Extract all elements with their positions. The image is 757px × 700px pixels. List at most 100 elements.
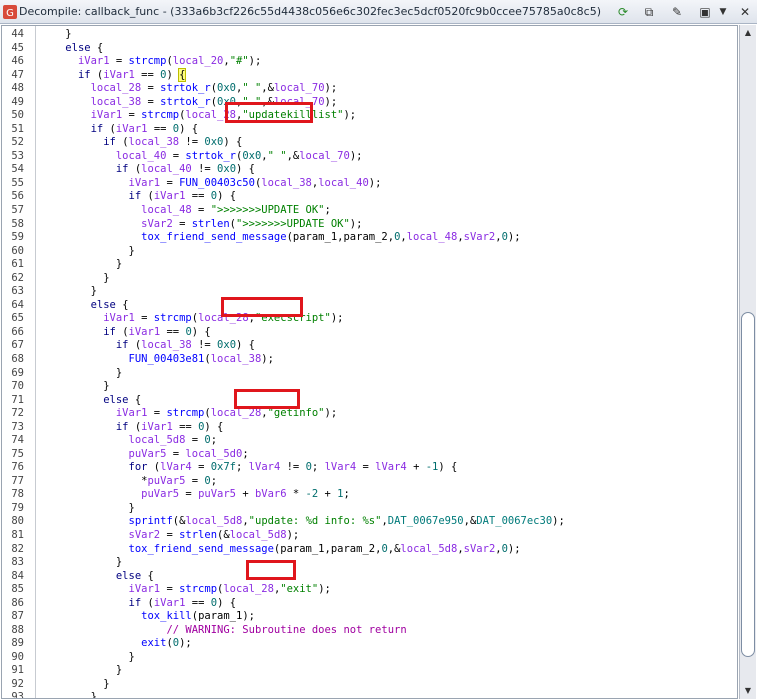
line-number: 56 <box>11 190 24 203</box>
code-line[interactable]: } <box>40 502 135 514</box>
code-line[interactable]: puVar5 = local_5d0; <box>40 448 249 460</box>
line-number: 93 <box>11 691 24 699</box>
ghidra-dragon-icon: G <box>3 5 17 19</box>
code-line[interactable]: iVar1 = strcmp(local_20,"#"); <box>40 55 261 67</box>
refresh-icon[interactable]: ⟳ <box>614 3 632 21</box>
line-number: 75 <box>11 447 24 460</box>
code-line[interactable]: } <box>40 272 109 284</box>
code-line[interactable]: local_5d8 = 0; <box>40 434 218 446</box>
code-line[interactable]: if (iVar1 == 0) { <box>40 190 237 202</box>
code-line[interactable]: } <box>40 380 109 392</box>
scroll-down-arrow-icon[interactable]: ▼ <box>741 684 755 698</box>
line-number: 67 <box>11 339 24 352</box>
line-number: 73 <box>11 420 24 433</box>
code-line[interactable]: else { <box>40 299 129 311</box>
code-line[interactable]: local_48 = ">>>>>>>UPDATE OK"; <box>40 204 331 216</box>
code-line[interactable]: tox_friend_send_message(param_1,param_2,… <box>40 543 521 555</box>
line-number: 81 <box>11 528 24 541</box>
code-line[interactable]: for (lVar4 = 0x7f; lVar4 != 0; lVar4 = l… <box>40 461 458 473</box>
line-number: 49 <box>11 95 24 108</box>
code-line[interactable]: } <box>40 367 122 379</box>
code-line[interactable]: if (iVar1 == 0) { <box>40 67 187 82</box>
window-title: Decompile: callback_func - (333a6b3cf226… <box>19 5 602 18</box>
line-number: 89 <box>11 637 24 650</box>
code-line[interactable]: iVar1 = strcmp(local_28,"exit"); <box>40 583 331 595</box>
line-number: 66 <box>11 325 24 338</box>
code-line[interactable]: // WARNING: Subroutine does not return <box>40 624 406 636</box>
snapshot-icon[interactable]: ▣ <box>696 3 714 21</box>
code-line[interactable]: puVar5 = puVar5 + bVar6 * -2 + 1; <box>40 488 350 500</box>
line-number: 72 <box>11 407 24 420</box>
line-number: 65 <box>11 312 24 325</box>
line-number: 87 <box>11 610 24 623</box>
line-number: 61 <box>11 258 24 271</box>
code-line[interactable]: } <box>40 691 97 698</box>
line-number: 53 <box>11 149 24 162</box>
line-number: 58 <box>11 217 24 230</box>
code-line[interactable]: } <box>40 678 109 690</box>
code-line[interactable]: tox_kill(param_1); <box>40 610 255 622</box>
code-line[interactable]: sprintf(&local_5d8,"update: %d info: %s"… <box>40 515 565 527</box>
code-line[interactable]: else { <box>40 570 154 582</box>
line-number: 55 <box>11 176 24 189</box>
line-number: 62 <box>11 271 24 284</box>
line-number: 74 <box>11 434 24 447</box>
code-line[interactable]: sVar2 = strlen(">>>>>>>UPDATE OK"); <box>40 218 362 230</box>
code-line[interactable]: } <box>40 258 122 270</box>
copy-icon[interactable]: ⧉ <box>640 3 658 21</box>
code-line[interactable]: else { <box>40 42 103 54</box>
decompiler-code-panel[interactable]: 44 45 46 47 48 49 50 51 52 53 54 55 56 57 58 59 60 61 62 63… <box>1 25 738 699</box>
code-line[interactable]: sVar2 = strlen(&local_5d8); <box>40 529 300 541</box>
line-number: 50 <box>11 109 24 122</box>
code-line[interactable]: tox_friend_send_message(param_1,param_2,… <box>40 231 520 243</box>
code-line[interactable]: iVar1 = strcmp(local_28,"getinfo"); <box>40 407 337 419</box>
code-line[interactable]: } <box>40 556 122 568</box>
code-line[interactable]: if (local_38 != 0x0) { <box>40 339 255 351</box>
line-number: 48 <box>11 82 24 95</box>
code-line[interactable]: } <box>40 664 122 676</box>
code-line[interactable]: if (local_38 != 0x0) { <box>40 136 242 148</box>
code-line[interactable]: if (iVar1 == 0) { <box>40 326 211 338</box>
code-line[interactable]: if (iVar1 == 0) { <box>40 421 224 433</box>
vertical-scrollbar[interactable]: ▲ ▼ <box>739 25 756 699</box>
code-line[interactable]: if (iVar1 == 0) { <box>40 597 237 609</box>
code-line[interactable]: local_28 = strtok_r(0x0," ",&local_70); <box>40 82 338 94</box>
line-number: 69 <box>11 366 24 379</box>
code-line[interactable]: local_40 = strtok_r(0x0," ",&local_70); <box>40 150 363 162</box>
line-number: 64 <box>11 298 24 311</box>
line-number: 59 <box>11 231 24 244</box>
code-line[interactable]: } <box>40 285 97 297</box>
scroll-up-arrow-icon[interactable]: ▲ <box>741 26 755 40</box>
code-line[interactable]: else { <box>40 394 141 406</box>
line-number: 88 <box>11 623 24 636</box>
scrollbar-thumb[interactable] <box>741 312 755 657</box>
window-titlebar: G Decompile: callback_func - (333a6b3cf2… <box>0 0 757 24</box>
line-number: 84 <box>11 569 24 582</box>
line-number: 80 <box>11 515 24 528</box>
code-line[interactable]: *puVar5 = 0; <box>40 475 217 487</box>
highlight-getinfo <box>234 389 300 409</box>
code-line[interactable]: iVar1 = strcmp(local_28,"execscript"); <box>40 312 343 324</box>
code-line[interactable]: iVar1 = strcmp(local_28,"updatekilllist"… <box>40 109 357 121</box>
code-line[interactable]: FUN_00403e81(local_38); <box>40 353 274 365</box>
close-icon[interactable]: ✕ <box>736 3 754 21</box>
dropdown-icon[interactable]: ▼ <box>714 3 732 21</box>
code-line[interactable]: local_38 = strtok_r(0x0," ",&local_70); <box>40 96 338 108</box>
line-number: 85 <box>11 583 24 596</box>
code-line[interactable]: } <box>40 245 135 257</box>
code-line[interactable]: } <box>40 28 71 40</box>
code-line[interactable]: exit(0); <box>40 637 192 649</box>
edit-icon[interactable]: ✎ <box>668 3 686 21</box>
line-number: 68 <box>11 352 24 365</box>
line-number: 44 <box>11 28 24 40</box>
line-number: 71 <box>11 393 24 406</box>
code-line[interactable]: if (iVar1 == 0) { <box>40 123 199 135</box>
line-number: 63 <box>11 285 24 298</box>
line-number: 51 <box>11 122 24 135</box>
code-line[interactable]: if (local_40 != 0x0) { <box>40 163 255 175</box>
highlight-exit <box>246 560 296 580</box>
line-number: 70 <box>11 380 24 393</box>
code-line[interactable]: iVar1 = FUN_00403c50(local_38,local_40); <box>40 177 382 189</box>
line-number: 52 <box>11 136 24 149</box>
code-line[interactable]: } <box>40 651 135 663</box>
